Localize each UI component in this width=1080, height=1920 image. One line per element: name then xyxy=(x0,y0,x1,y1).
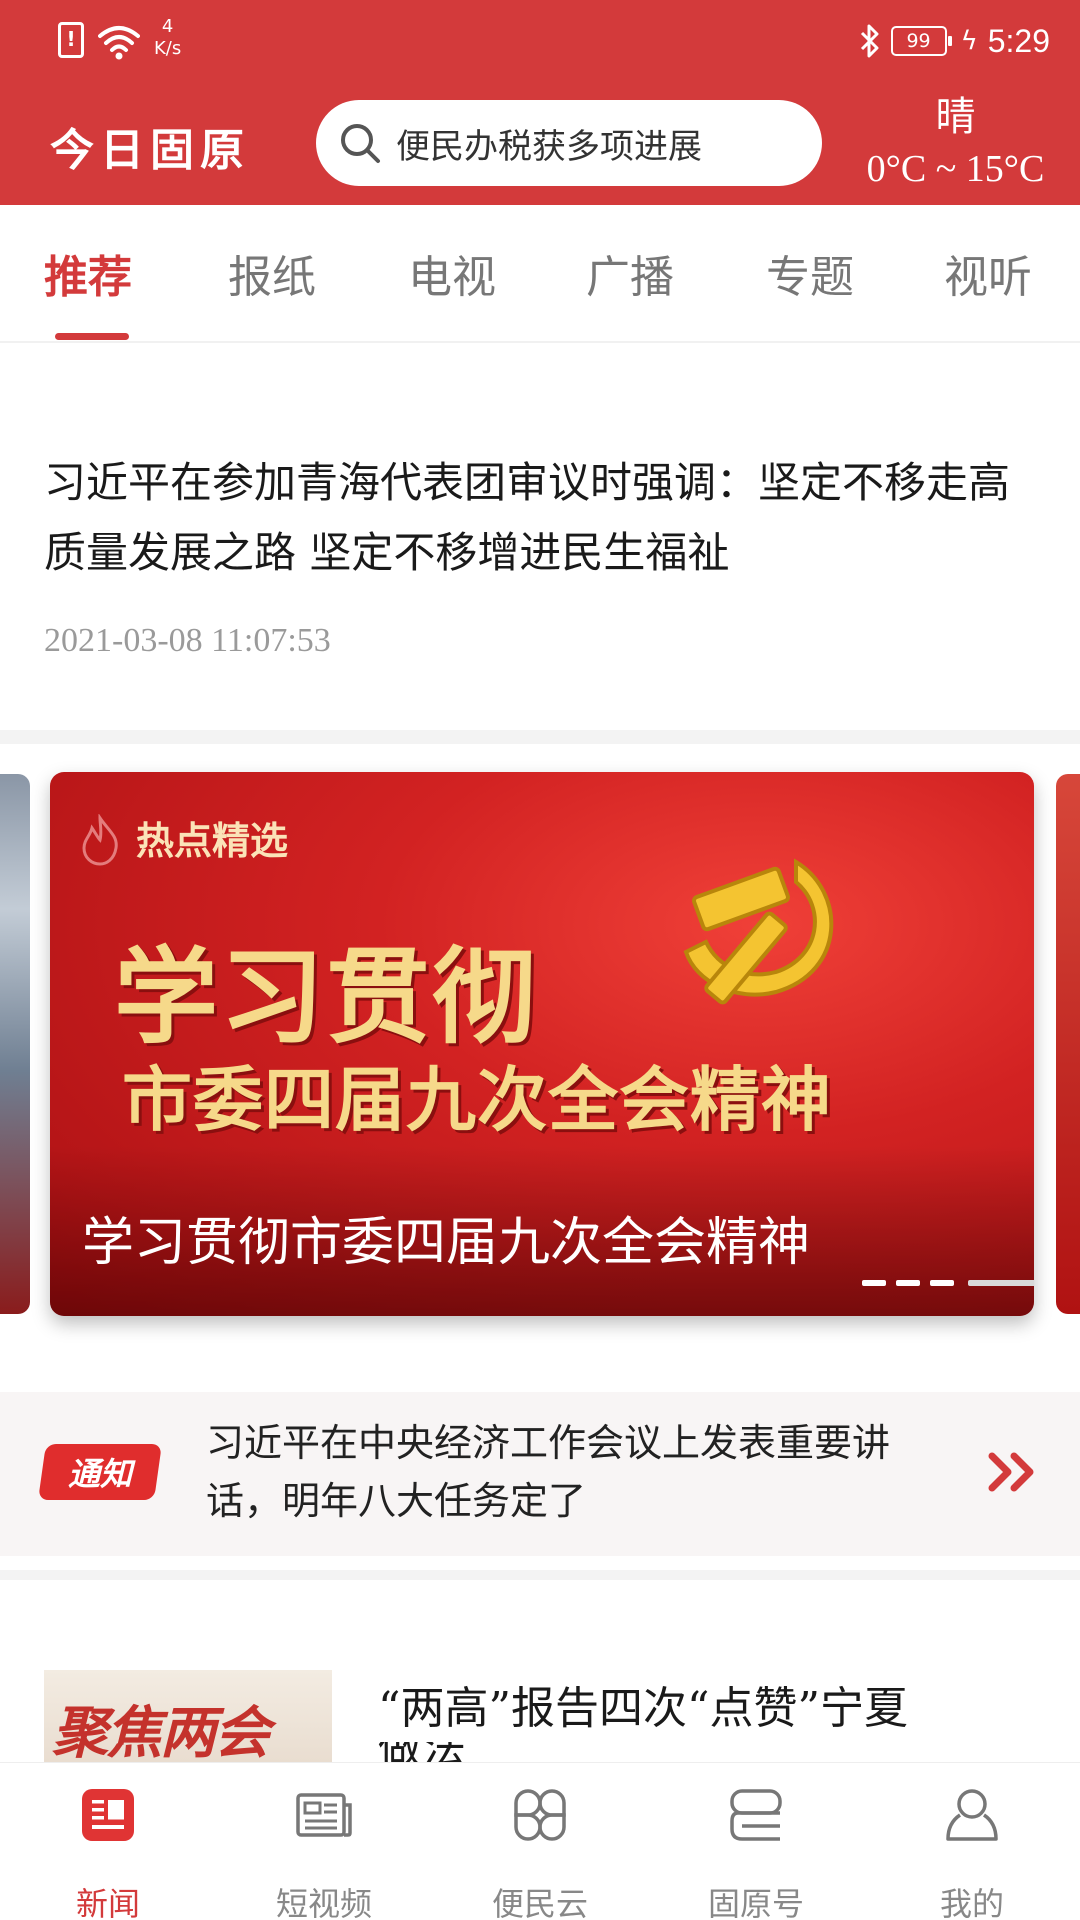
article-title-cont-text: 做法 xyxy=(378,1742,466,1762)
weather-condition: 晴 xyxy=(935,94,976,140)
bottom-navigation: 新闻 短视频 便民云 固原号 我的 xyxy=(0,1762,1080,1920)
short-video-icon xyxy=(296,1793,352,1837)
wifi-icon xyxy=(98,26,140,60)
divider xyxy=(0,730,1080,744)
nav-label-news: 新闻 xyxy=(75,1885,140,1920)
nav-label-short-video: 短视频 xyxy=(275,1885,372,1920)
bluetooth-icon xyxy=(860,24,879,58)
banner-tag: 热点精选 xyxy=(136,819,289,863)
carousel-indicator xyxy=(862,1280,1034,1286)
header: 4 K/s 99 ϟ 5:29 今日固原 便民办税获多项进展 晴 0°C xyxy=(0,0,1080,205)
status-right: 99 ϟ 5:29 xyxy=(859,16,1050,66)
headline-title[interactable]: 习近平在参加青海代表团审议时强调：坚定不移走高质量发展之路 坚定不移增进民生福祉 xyxy=(44,448,1034,588)
nav-label-profile: 我的 xyxy=(939,1885,1004,1920)
nav-account[interactable]: 固原号 xyxy=(648,1763,864,1920)
sim-alert-icon xyxy=(58,22,84,58)
tab-newspaper[interactable]: 报纸 xyxy=(228,241,316,305)
net-speed-value: 4 xyxy=(161,16,174,37)
carousel-dot[interactable] xyxy=(930,1280,954,1286)
net-speed: 4 K/s xyxy=(154,16,181,60)
net-speed-unit: K/s xyxy=(154,38,182,59)
profile-icon xyxy=(946,1789,998,1841)
article-thumbnail-text: 聚焦两会 xyxy=(52,1700,270,1762)
carousel-dot[interactable] xyxy=(862,1280,886,1286)
nav-services[interactable]: 便民云 xyxy=(432,1763,648,1920)
banner-carousel[interactable]: 热点精选 学习贯彻 市委四届九次全会精神 学习贯彻市委四届九次全会精神 xyxy=(50,772,1034,1316)
banner-sub-text: 市委四届九次全会精神 xyxy=(122,1059,832,1141)
article-thumbnail[interactable]: 聚焦两会 xyxy=(44,1670,332,1762)
tab-recommend[interactable]: 推荐 xyxy=(44,241,132,305)
banner-caption: 学习贯彻市委四届九次全会精神 xyxy=(82,1213,811,1273)
flame-icon xyxy=(82,814,118,866)
weather-temperature: 0°C ~ 15°C xyxy=(866,148,1045,190)
headline-time: 2021-03-08 11:07:53 xyxy=(44,622,331,659)
article-title-continued: 做法 xyxy=(378,1742,508,1762)
notice-bar[interactable]: 通知 习近平在中央经济工作会议上发表重要讲话，明年八大任务定了 xyxy=(0,1392,1080,1556)
hammer-sickle-emblem xyxy=(683,858,834,1005)
divider xyxy=(0,1570,1080,1580)
tab-radio[interactable]: 广播 xyxy=(586,241,674,305)
tab-audiovisual[interactable]: 视听 xyxy=(944,241,1032,305)
services-grid-icon xyxy=(514,1789,566,1841)
double-chevron-right-icon[interactable] xyxy=(988,1450,1040,1494)
search-bar[interactable]: 便民办税获多项进展 xyxy=(316,100,822,186)
clock: 5:29 xyxy=(987,22,1050,59)
app-bar: 今日固原 便民办税获多项进展 晴 0°C ~ 15°C xyxy=(0,84,1080,205)
battery-level: 99 xyxy=(906,30,931,52)
carousel-next-slide[interactable] xyxy=(1056,774,1080,1314)
tab-topics[interactable]: 专题 xyxy=(766,241,854,305)
carousel-prev-slide[interactable] xyxy=(0,774,30,1314)
nav-news[interactable]: 新闻 xyxy=(0,1763,216,1920)
notice-text: 习近平在中央经济工作会议上发表重要讲话，明年八大任务定了 xyxy=(206,1421,891,1523)
article-title[interactable]: “两高”报告四次“点赞”宁夏 xyxy=(378,1672,908,1736)
nav-label-services: 便民云 xyxy=(491,1885,588,1920)
weather-widget[interactable]: 晴 0°C ~ 15°C xyxy=(848,92,1063,196)
status-bar: 4 K/s 99 ϟ 5:29 xyxy=(0,0,1080,84)
battery-icon: 99 xyxy=(890,26,952,56)
carousel-dot[interactable] xyxy=(896,1280,920,1286)
carousel-dot-active[interactable] xyxy=(968,1280,1034,1286)
notice-badge-label: 通知 xyxy=(67,1455,132,1493)
notice-badge: 通知 xyxy=(38,1444,162,1500)
search-placeholder: 便民办税获多项进展 xyxy=(396,126,702,167)
status-left: 4 K/s xyxy=(58,16,181,60)
nav-label-account: 固原号 xyxy=(707,1885,804,1920)
app-logo[interactable]: 今日固原 xyxy=(50,114,250,178)
active-tab-indicator xyxy=(55,333,129,340)
charging-icon: ϟ xyxy=(960,26,978,56)
account-icon xyxy=(730,1789,782,1841)
nav-short-video[interactable]: 短视频 xyxy=(216,1763,432,1920)
category-tabs: 推荐 报纸 电视 广播 专题 视听 xyxy=(0,205,1080,343)
tab-tv[interactable]: 电视 xyxy=(408,241,496,305)
search-icon xyxy=(341,124,380,163)
news-icon xyxy=(82,1789,134,1841)
banner-main-text: 学习贯彻 xyxy=(114,936,539,1058)
nav-profile[interactable]: 我的 xyxy=(864,1763,1080,1920)
